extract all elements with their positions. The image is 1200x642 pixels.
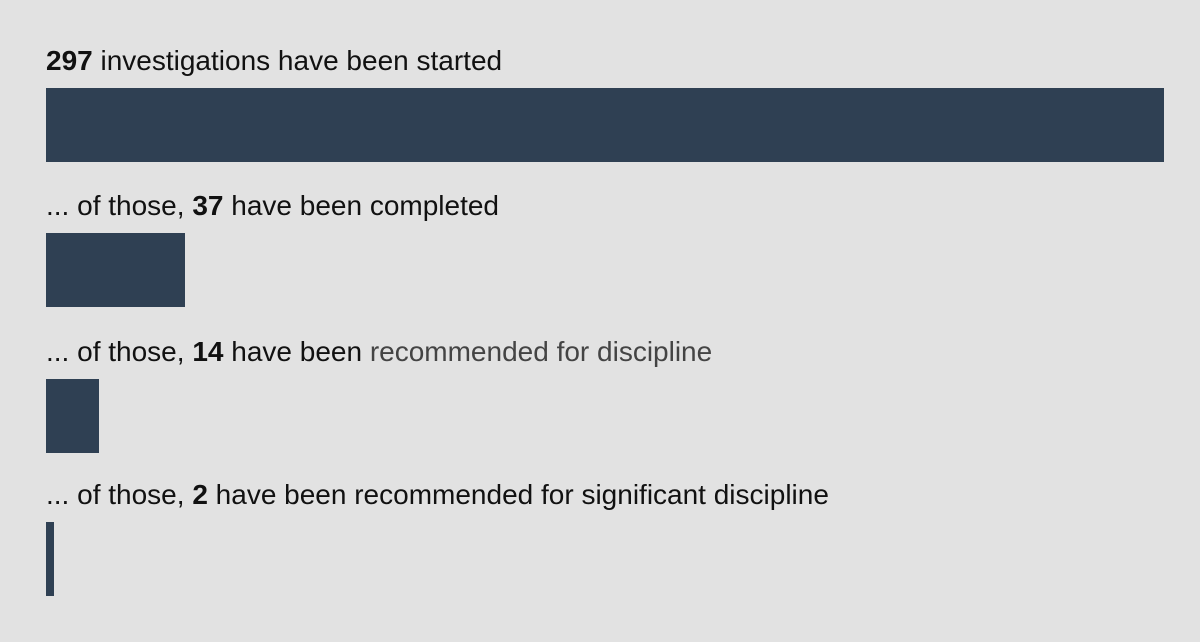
label-number: 2 [192,479,208,510]
label-suffix: investigations have been started [92,45,503,76]
label-suffix: have been [223,336,370,367]
row-significant: ... of those, 2 have been recommended fo… [46,477,1164,596]
bar-track [46,379,1164,453]
bar-started [46,88,1164,162]
row-recommended: ... of those, 14 have been recommended f… [46,334,1164,453]
label-suffix: have been completed [223,190,499,221]
chart: 297 investigations have been started ...… [0,0,1200,642]
row-label: ... of those, 2 have been recommended fo… [46,477,1164,513]
row-label: ... of those, 37 have been completed [46,188,1164,224]
row-label: ... of those, 14 have been recommended f… [46,334,1164,370]
bar-track [46,88,1164,162]
label-number: 14 [192,336,224,367]
bar-track [46,233,1164,307]
label-prefix: ... of those, [46,479,193,510]
bar-completed [46,233,185,307]
label-number: 297 [46,45,93,76]
bar-recommended [46,379,99,453]
label-number: 37 [192,190,224,221]
label-prefix: ... of those, [46,336,193,367]
row-started: 297 investigations have been started [46,43,1164,162]
label-muted: recommended for discipline [369,336,713,367]
row-completed: ... of those, 37 have been completed [46,188,1164,307]
bar-significant [46,522,54,596]
label-prefix: ... of those, [46,190,193,221]
row-label: 297 investigations have been started [46,43,1164,79]
label-suffix: have been recommended for significant di… [207,479,829,510]
bar-track [46,522,1164,596]
